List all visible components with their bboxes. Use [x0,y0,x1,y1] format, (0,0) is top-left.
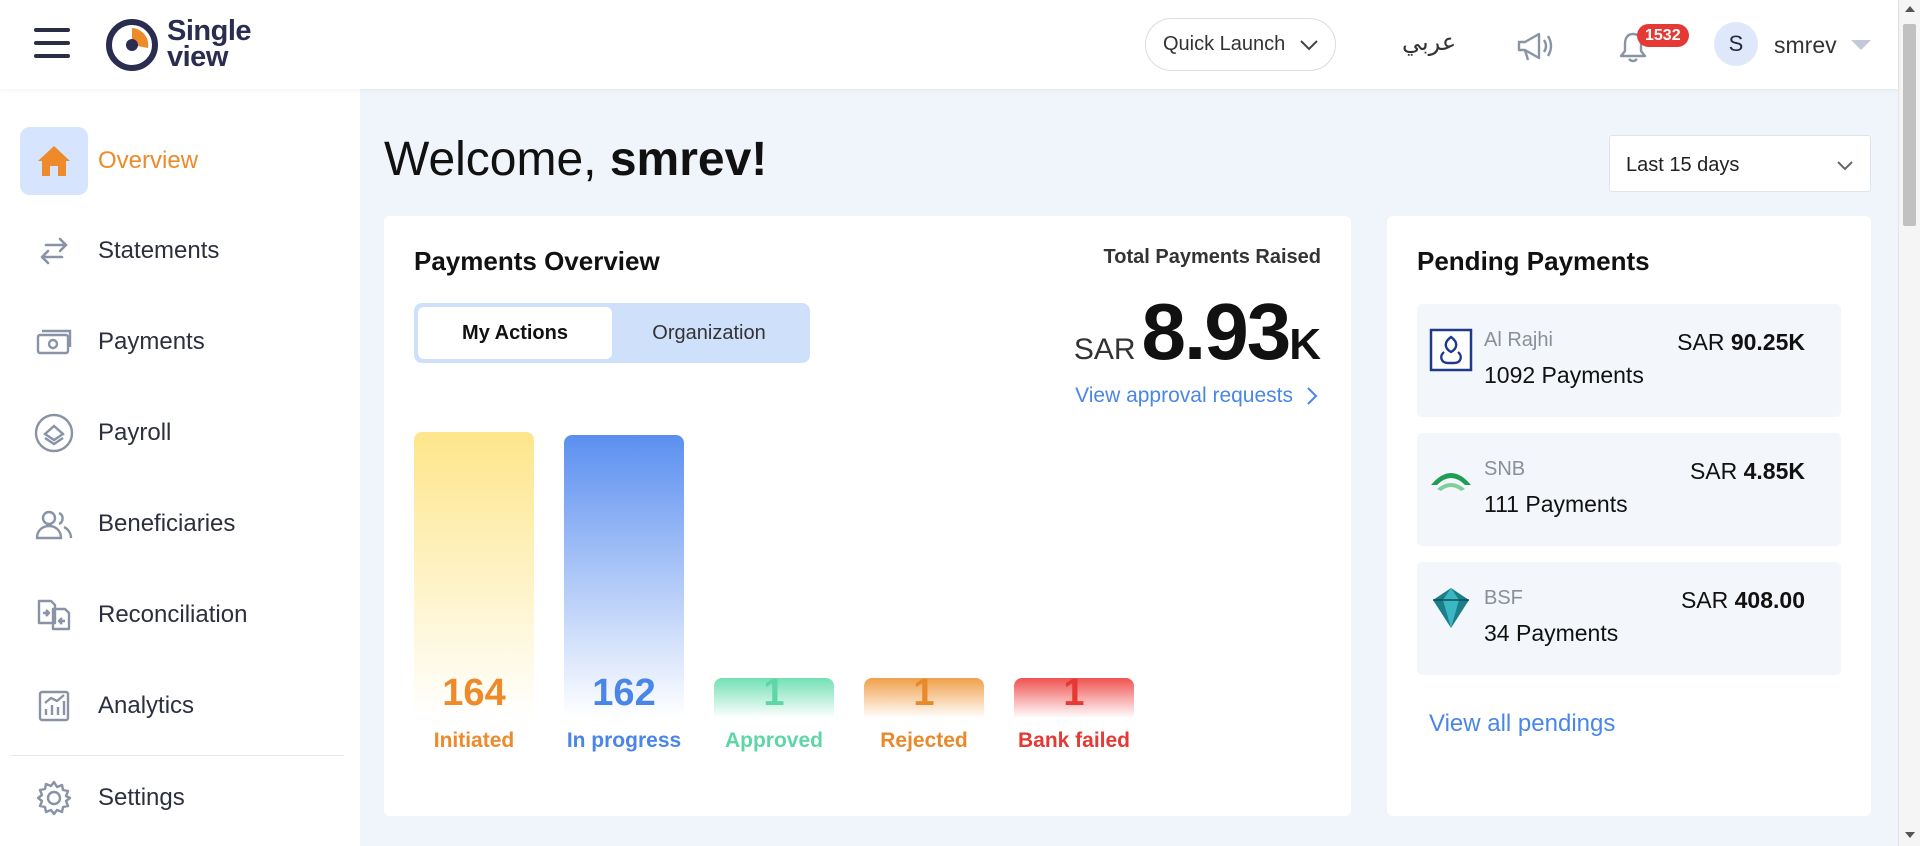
sidebar-item-settings[interactable]: Settings [20,764,340,832]
sidebar-item-label: Statements [98,237,220,264]
bar-value: 1 [1063,672,1085,714]
page-scrollbar[interactable] [1898,0,1920,846]
pending-amount: SAR 90.25K [1677,329,1805,355]
megaphone-icon[interactable] [1515,28,1555,64]
payments-overview-card: Payments Overview My Actions Organizatio… [384,216,1351,816]
sidebar: Overview Statements Payments Payroll Ben… [0,89,360,846]
payments-count: 1092 Payments [1484,362,1644,388]
sidebar-item-label: Beneficiaries [98,510,236,537]
chevron-down-icon [1837,161,1853,171]
pending-item-bsf[interactable]: BSF 34 Payments SAR 408.00 [1417,562,1841,675]
people-icon [20,490,88,558]
bar-label: Initiated [433,729,515,752]
reconciliation-icon [20,581,88,649]
sidebar-item-label: Settings [98,784,185,811]
username[interactable]: smrev [1774,32,1837,59]
language-switch[interactable]: عربي [1402,28,1456,56]
hamburger-menu-icon[interactable] [34,28,70,58]
bar-label: Rejected [880,729,968,752]
total-currency: SAR [1073,333,1136,366]
actions-toggle: My Actions Organization [414,303,810,363]
bank-name: Al Rajhi [1484,329,1553,351]
pending-item-snb[interactable]: SNB 111 Payments SAR 4.85K [1417,433,1841,546]
sidebar-divider [10,755,344,756]
bar-label: Approved [724,729,823,752]
pending-amount: SAR 408.00 [1680,587,1805,613]
sidebar-item-label: Overview [98,147,199,174]
view-all-pendings-link[interactable]: View all pendings [1429,710,1615,738]
sidebar-item-reconciliation[interactable]: Reconciliation [20,581,340,649]
scroll-thumb[interactable] [1903,24,1916,226]
bar-value: 164 [442,672,506,714]
avatar[interactable]: S [1714,22,1758,66]
sidebar-item-overview[interactable]: Overview [20,127,340,195]
sidebar-item-statements[interactable]: Statements [20,217,340,285]
sidebar-item-beneficiaries[interactable]: Beneficiaries [20,490,340,558]
pending-item-al-rajhi[interactable]: Al Rajhi 1092 Payments SAR 90.25K [1417,304,1841,417]
chevron-right-icon [1307,387,1318,405]
al-rajhi-logo-icon [1429,328,1473,372]
user-menu-caret-icon[interactable] [1851,40,1871,50]
bar-value: 1 [763,672,785,714]
sidebar-item-label: Analytics [98,692,195,719]
notification-badge: 1532 [1637,24,1689,47]
bar-value: 1 [913,672,935,714]
analytics-icon [20,672,88,740]
total-payments-label: Total Payments Raised [1103,246,1321,268]
logo[interactable]: Single view [105,16,265,74]
tab-my-actions[interactable]: My Actions [418,307,612,359]
sidebar-item-label: Payroll [98,419,172,446]
sidebar-item-label: Payments [98,328,205,355]
sidebar-item-analytics[interactable]: Analytics [20,672,340,740]
scroll-down-icon[interactable] [1905,832,1915,838]
pending-amount: SAR 4.85K [1689,458,1805,484]
payments-count: 111 Payments [1484,491,1628,517]
payments-count: 34 Payments [1484,620,1619,646]
chevron-down-icon [1300,40,1318,51]
date-range-select[interactable]: Last 15 days [1609,135,1871,192]
sidebar-item-payments[interactable]: Payments [20,308,340,376]
page-title: Welcome, smrev! [384,132,767,187]
transfer-arrows-icon [20,217,88,285]
welcome-name: smrev! [609,133,768,186]
home-icon [20,127,88,195]
total-unit: K [1289,320,1321,369]
payroll-icon [20,399,88,467]
top-bar: Single view Quick Launch عربي 1532 S smr… [0,0,1898,89]
bsf-logo-icon [1433,588,1469,628]
total-value: 8.93 [1141,287,1292,376]
date-range-value: Last 15 days [1626,154,1740,176]
quick-launch-label: Quick Launch [1163,33,1286,55]
welcome-prefix: Welcome, [384,133,610,186]
total-payments-amount: SAR 8.93 K [1074,286,1321,378]
gear-icon [20,764,88,832]
card-title: Payments Overview [414,246,660,276]
sidebar-item-label: Reconciliation [98,601,248,628]
bar-label: Bank failed [1017,729,1131,752]
logo-mark-icon [106,19,158,71]
bank-name: BSF [1484,587,1523,609]
logo-text: Single view [167,15,252,73]
card-title: Pending Payments [1417,246,1650,276]
view-approval-requests-link[interactable]: View approval requests [1075,384,1321,408]
bank-name: SNB [1484,458,1526,480]
sidebar-item-payroll[interactable]: Payroll [20,399,340,467]
bar-label: In progress [566,729,682,752]
pending-payments-card: Pending Payments Al Rajhi 1092 Payments … [1387,216,1871,816]
cash-icon [20,308,88,376]
quick-launch-button[interactable]: Quick Launch [1145,18,1336,71]
bar-value: 162 [592,672,656,714]
view-approval-label: View approval requests [1075,384,1293,407]
snb-logo-icon [1431,473,1471,491]
tab-organization[interactable]: Organization [612,307,806,359]
scroll-up-icon[interactable] [1905,6,1915,12]
